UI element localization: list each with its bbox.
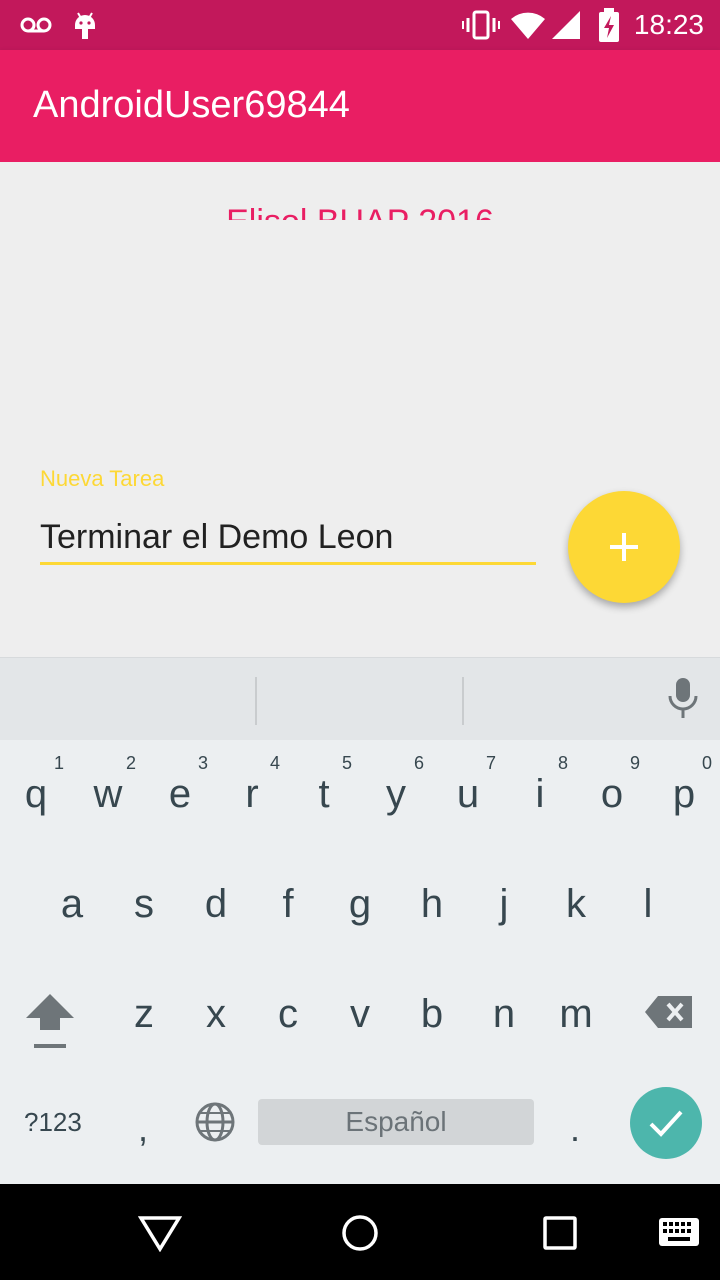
globe-icon[interactable] (194, 1101, 236, 1147)
key-l[interactable]: l (612, 882, 684, 927)
key-y[interactable]: y (360, 772, 432, 817)
key-hint: 3 (197, 753, 208, 773)
key-hint: 7 (485, 753, 496, 773)
new-task-input[interactable] (40, 512, 536, 562)
plus-icon (610, 533, 638, 561)
backspace-icon[interactable] (644, 994, 694, 1034)
wifi-icon (510, 12, 546, 44)
suggestion-divider (462, 677, 464, 725)
key-b[interactable]: b (396, 992, 468, 1037)
period-key[interactable]: . (570, 1108, 580, 1150)
subtitle: Elisol BUAP 2016 (0, 202, 720, 220)
android-debug-icon (72, 9, 98, 45)
key-g[interactable]: g (324, 882, 396, 927)
key-q[interactable]: q (0, 772, 72, 817)
subtitle-container: Elisol BUAP 2016 (0, 202, 720, 220)
key-u[interactable]: u (432, 772, 504, 817)
key-a[interactable]: a (36, 882, 108, 927)
checkmark-icon (649, 1110, 683, 1137)
key-hint: 0 (701, 753, 712, 773)
new-task-label: Nueva Tarea (40, 466, 165, 491)
symbols-key[interactable]: ?123 (24, 1107, 82, 1138)
key-k[interactable]: k (540, 882, 612, 927)
home-icon[interactable] (340, 1213, 380, 1257)
battery-charging-icon (598, 8, 620, 46)
clock: 18:23 (633, 9, 704, 40)
vibrate-icon (462, 10, 500, 44)
app-title: AndroidUser69844 (33, 84, 350, 126)
key-c[interactable]: c (252, 992, 324, 1037)
keyboard-switch-icon[interactable] (658, 1217, 700, 1251)
voicemail-icon (20, 14, 52, 40)
key-hint: 8 (557, 753, 568, 773)
key-hint: 9 (629, 753, 640, 773)
microphone-icon[interactable] (664, 676, 702, 724)
key-e[interactable]: e (144, 772, 216, 817)
status-bar: 18:23 (0, 0, 720, 50)
key-o[interactable]: o (576, 772, 648, 817)
key-hint: 4 (269, 753, 280, 773)
comma-key[interactable]: , (138, 1108, 148, 1150)
suggestion-strip (0, 658, 720, 740)
key-t[interactable]: t (288, 772, 360, 817)
done-button[interactable] (630, 1087, 702, 1159)
space-bar[interactable]: Español (258, 1099, 534, 1145)
suggestion-divider (255, 677, 257, 725)
shift-icon[interactable] (24, 992, 76, 1058)
key-n[interactable]: n (468, 992, 540, 1037)
key-p[interactable]: p (648, 772, 720, 817)
key-hint: 1 (53, 753, 64, 773)
cell-signal-icon (550, 10, 582, 44)
add-task-button[interactable] (568, 491, 680, 603)
key-z[interactable]: z (108, 992, 180, 1037)
recents-icon[interactable] (542, 1215, 578, 1255)
key-x[interactable]: x (180, 992, 252, 1037)
key-r[interactable]: r (216, 772, 288, 817)
main-content: Elisol BUAP 2016 Nueva Tarea (0, 162, 720, 657)
key-v[interactable]: v (324, 992, 396, 1037)
key-m[interactable]: m (540, 992, 612, 1037)
key-s[interactable]: s (108, 882, 180, 927)
key-hint: 5 (341, 753, 352, 773)
key-d[interactable]: d (180, 882, 252, 927)
key-hint: 6 (413, 753, 424, 773)
navigation-bar (0, 1184, 720, 1280)
app-bar: AndroidUser69844 (0, 50, 720, 162)
key-j[interactable]: j (468, 882, 540, 927)
key-w[interactable]: w (72, 772, 144, 817)
key-h[interactable]: h (396, 882, 468, 927)
soft-keyboard: 1 2 3 4 5 6 7 8 9 0 q w e r t y u i o p … (0, 657, 720, 1184)
back-icon[interactable] (137, 1214, 183, 1256)
key-hint: 2 (125, 753, 136, 773)
input-underline (40, 562, 536, 565)
key-f[interactable]: f (252, 882, 324, 927)
key-i[interactable]: i (504, 772, 576, 817)
